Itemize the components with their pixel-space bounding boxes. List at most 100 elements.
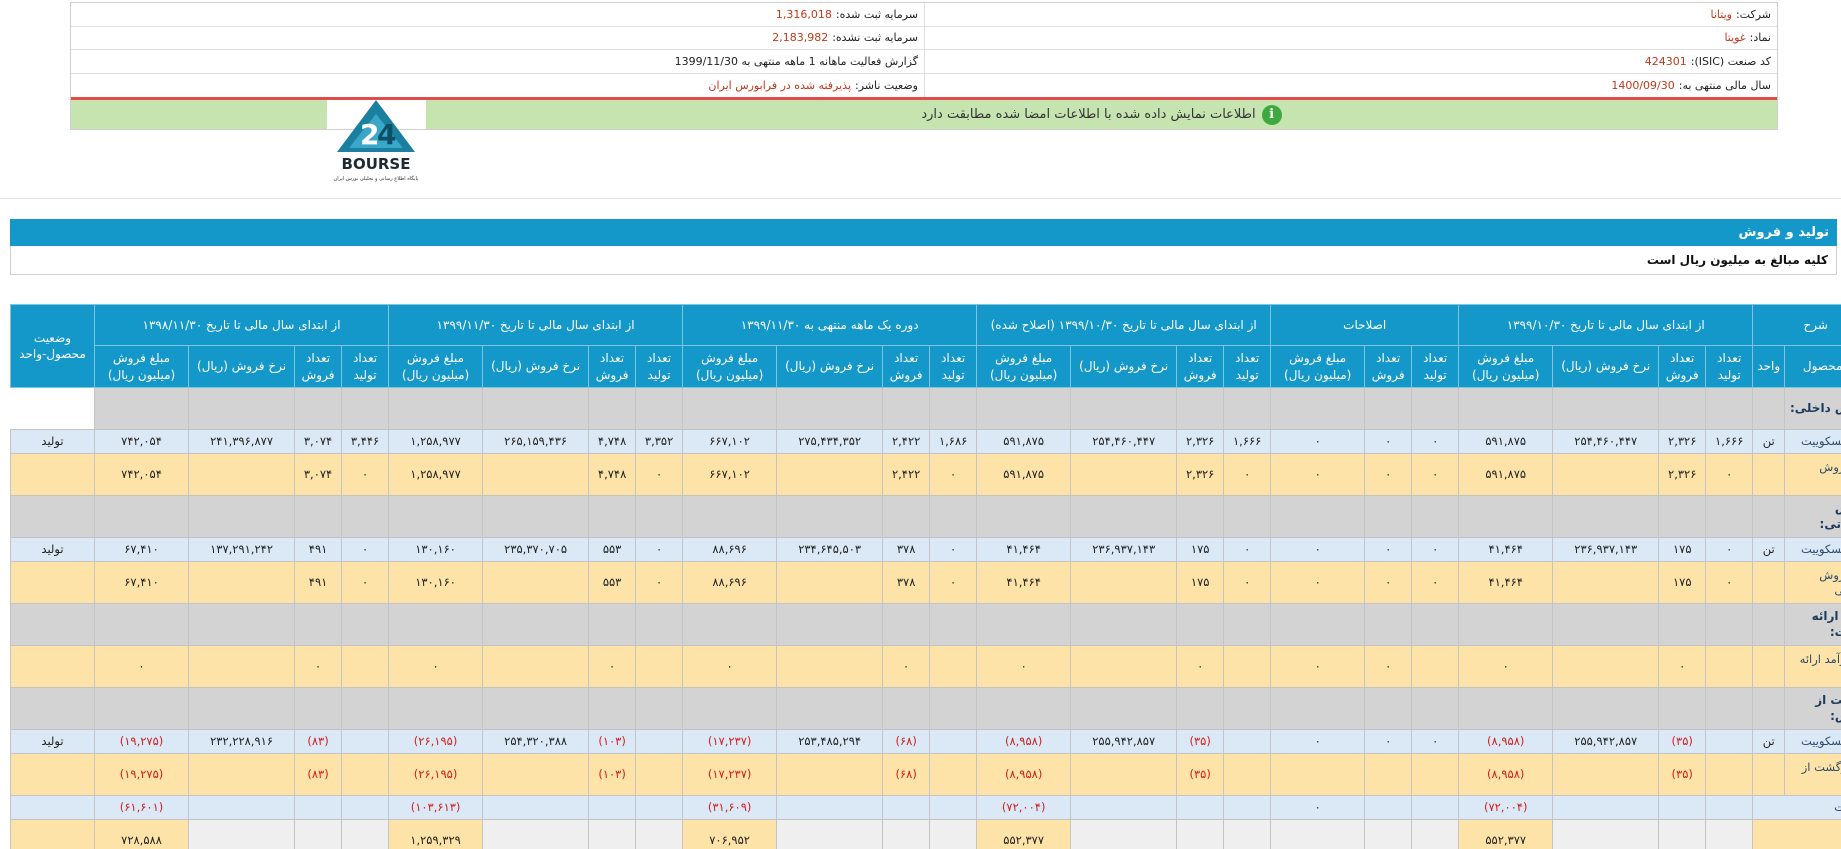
capital-unregistered-value: 2,183,982 (772, 31, 829, 45)
header-amount-g1: مبلغ فروش (میلیون ریال) (1458, 345, 1554, 388)
company-label: شرکت: (1735, 7, 1771, 21)
data-cell: (۸,۹۵۸) (976, 753, 1072, 796)
data-cell (1223, 795, 1272, 820)
data-cell (1070, 453, 1178, 496)
status-cell (10, 603, 95, 646)
data-cell: ۷۲۸,۵۸۸ (93, 819, 190, 849)
publisher-status-value: پذیرفته شده در فرابورس ایران (708, 78, 852, 92)
data-cell: ۲۵۴,۳۲۰,۳۸۸ (482, 729, 590, 754)
company-name-link[interactable]: ویتانا (1711, 8, 1732, 21)
summary-row: تخفیفات (۷۲,۰۰۴) ۰ (۷۲,۰۰۴) (۳۱,۶۰۹) (۱۰۳,۶۱۳… (10, 795, 1841, 820)
header-sale-qty-g1: تعداد فروش (1658, 345, 1707, 388)
data-cell: (۱۹,۲۷۵) (93, 729, 190, 754)
data-cell: ۰ (635, 561, 684, 604)
data-cell (776, 453, 884, 496)
data-cell: ۱,۶۶۶ (1705, 429, 1754, 454)
data-cell: (۳۵) (1658, 753, 1707, 796)
data-cell (341, 729, 390, 754)
header-group-ytd-corrected: از ابتدای سال مالی تا تاریخ ۱۳۹۹/۱۰/۳۰ (… (976, 304, 1272, 346)
data-cell (882, 819, 931, 849)
data-cell (1705, 729, 1754, 754)
report-cell: گزارش فعالیت ماهانه 1 ماهه منتهی به 1399… (71, 50, 924, 73)
data-cell (1364, 753, 1413, 796)
data-cell (1411, 753, 1460, 796)
data-cell (976, 687, 1072, 730)
data-cell: ۴۱,۴۶۴ (1458, 537, 1554, 562)
header-amount-g5: مبلغ فروش (میلیون ریال) (388, 345, 484, 388)
data-cell (776, 603, 884, 646)
header-rate-g6: نرخ فروش (ریال) (188, 345, 296, 388)
data-cell: (۸,۹۵۸) (1458, 753, 1554, 796)
data-cell (93, 603, 190, 646)
data-cell: (۳۵) (1658, 729, 1707, 754)
data-cell: ۰ (388, 645, 484, 688)
header-group-ytd-1399-11: از ابتدای سال مالی تا تاریخ ۱۳۹۹/۱۱/۳۰ (388, 304, 684, 346)
data-cell (976, 603, 1072, 646)
category-row: فروش صادراتی: (10, 495, 1841, 538)
data-cell: ۰ (1364, 429, 1413, 454)
header-amount-g4: مبلغ فروش (میلیون ریال) (682, 345, 778, 388)
unit-cell (1752, 753, 1786, 796)
row-label: جمع فروش صادراتی (1784, 561, 1841, 604)
data-cell: ۰ (1364, 537, 1413, 562)
isic-label: کد صنعت (ISIC): (1690, 54, 1771, 68)
data-cell (1552, 645, 1660, 688)
data-cell (588, 495, 637, 538)
data-cell (294, 387, 343, 430)
data-cell (776, 387, 884, 430)
data-cell: (۶۸) (882, 753, 931, 796)
data-cell (341, 687, 390, 730)
isic-cell: کد صنعت (ISIC): 424301 (924, 50, 1777, 73)
verification-message: i اطلاعات نمایش داده شده با اطلاعات امضا… (426, 100, 1777, 129)
report-title: گزارش فعالیت ماهانه 1 ماهه منتهی به 1399… (674, 54, 918, 68)
data-cell: ۵۵۳ (588, 561, 637, 604)
data-cell (1270, 687, 1366, 730)
symbol-link[interactable]: غویتا (1724, 31, 1745, 44)
data-cell: ۴۹۱ (294, 561, 343, 604)
data-cell: ۰ (635, 453, 684, 496)
data-cell: ۰ (1458, 645, 1554, 688)
data-cell (1364, 687, 1413, 730)
logo-wordmark: BOURSE (342, 155, 411, 173)
data-cell (1223, 753, 1272, 796)
header-group-ytd-1398-11: از ابتدای سال مالی تا تاریخ ۱۳۹۸/۱۱/۳۰ (93, 304, 390, 346)
data-cell (776, 795, 884, 820)
header-unit: واحد (1752, 345, 1786, 388)
data-cell (776, 561, 884, 604)
data-cell: ۰ (588, 645, 637, 688)
data-cell (682, 387, 778, 430)
row-label: جمع (1752, 819, 1841, 849)
table-row: انواع بیسکوییتتن۱,۶۶۶۲,۳۲۶۲۵۴,۴۶۰,۴۴۷۵۹۱… (10, 429, 1841, 454)
unit-cell (1752, 645, 1786, 688)
page-divider (0, 198, 1841, 199)
data-cell: ۰ (976, 645, 1072, 688)
data-cell (1411, 645, 1460, 688)
data-cell: ۸۸,۶۹۶ (682, 561, 778, 604)
unit-cell (1752, 603, 1786, 646)
data-cell (1411, 603, 1460, 646)
data-cell: ۰ (929, 453, 978, 496)
data-cell (1070, 561, 1178, 604)
data-cell (188, 687, 296, 730)
data-cell (482, 795, 590, 820)
data-cell (1270, 753, 1366, 796)
data-cell (341, 645, 390, 688)
data-cell (1070, 603, 1178, 646)
data-cell (341, 753, 390, 796)
row-label: برگشت از فروش: (1784, 687, 1841, 730)
data-cell (929, 819, 978, 849)
data-cell: (۶۸) (882, 729, 931, 754)
data-cell: (۲۶,۱۹۵) (388, 729, 484, 754)
status-cell (10, 645, 95, 688)
data-cell: ۱,۲۵۸,۹۷۷ (388, 429, 484, 454)
header-sale-qty-g5: تعداد فروش (588, 345, 637, 388)
data-cell (294, 795, 343, 820)
data-cell: ۱۳۰,۱۶۰ (388, 537, 484, 562)
data-cell (294, 603, 343, 646)
data-cell: (۱۹,۲۷۵) (93, 753, 190, 796)
data-cell (1552, 603, 1660, 646)
data-cell (341, 387, 390, 430)
data-cell: (۶۱,۶۰۱) (93, 795, 190, 820)
data-cell: ۴,۷۴۸ (588, 429, 637, 454)
data-cell: ۲,۳۲۶ (1658, 453, 1707, 496)
